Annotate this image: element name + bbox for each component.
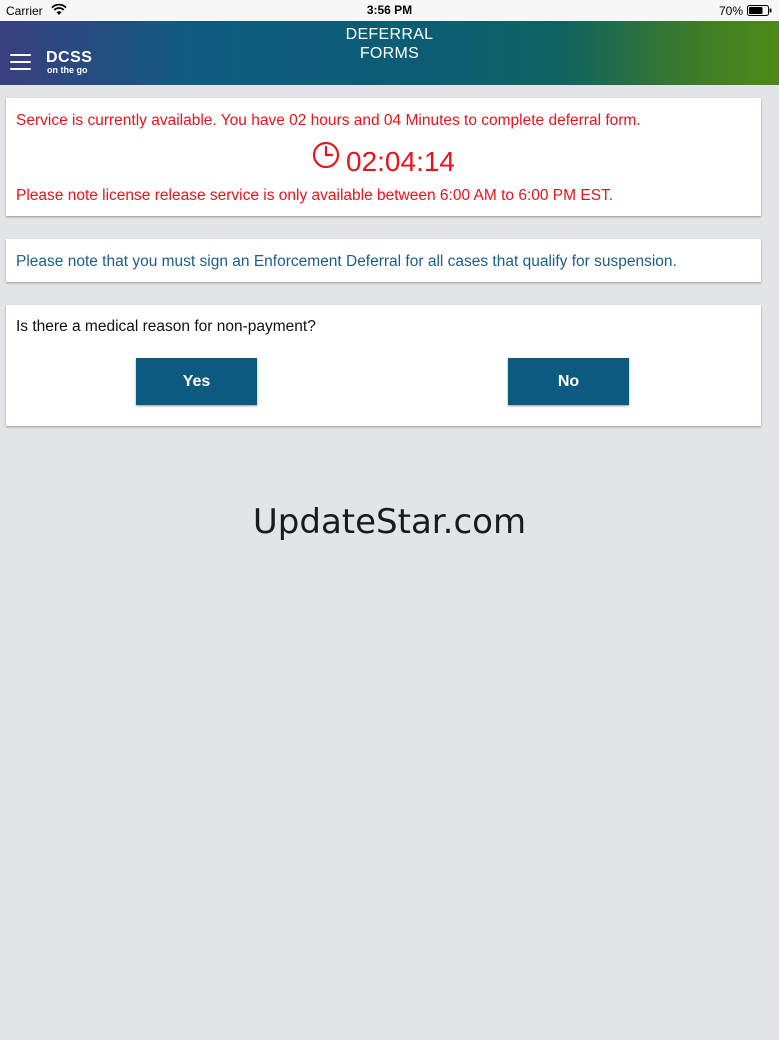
no-button[interactable]: No	[508, 358, 629, 405]
status-bar: Carrier 3:56 PM 70%	[0, 0, 779, 21]
app-header: DCSS on the go DEFERRAL FORMS	[0, 21, 779, 85]
countdown-timer: 02:04:14	[6, 141, 761, 178]
medical-reason-question: Is there a medical reason for non-paymen…	[16, 318, 316, 335]
enforcement-notice-text: Please note that you must sign an Enforc…	[16, 253, 677, 270]
clock-icon	[312, 141, 340, 169]
enforcement-notice-card: Please note that you must sign an Enforc…	[6, 239, 761, 282]
yes-button[interactable]: Yes	[136, 358, 257, 405]
battery-icon	[747, 5, 772, 16]
service-timer-card: Service is currently available. You have…	[6, 98, 761, 216]
timer-value: 02:04:14	[346, 145, 455, 177]
page-title-line-1: DEFERRAL	[345, 26, 434, 43]
medical-reason-question-card: Is there a medical reason for non-paymen…	[6, 305, 761, 426]
watermark-text: UpdateStar.com	[252, 502, 527, 542]
battery-percent: 70%	[718, 4, 743, 18]
page-title-line-2: FORMS	[359, 45, 420, 62]
clock-time: 3:56 PM	[366, 3, 413, 17]
page-title: DEFERRAL FORMS	[0, 25, 779, 63]
availability-message: Service is currently available. You have…	[16, 112, 641, 129]
logo-sub-text: on the go	[47, 65, 88, 75]
service-hours-note: Please note license release service is o…	[16, 187, 614, 204]
